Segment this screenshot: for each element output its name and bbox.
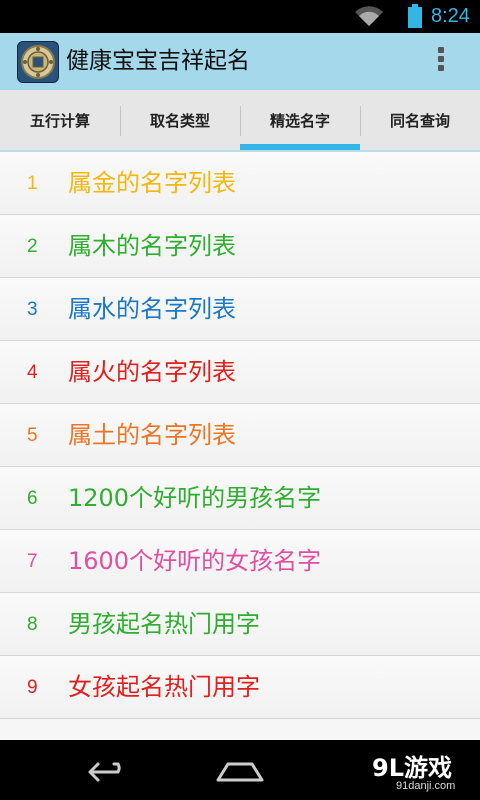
list-item[interactable]: 5 属土的名字列表 xyxy=(0,404,480,467)
tab-name-type[interactable]: 取名类型 xyxy=(120,90,240,150)
watermark-url: 91danji.com xyxy=(396,780,456,792)
tab-wuxing[interactable]: 五行计算 xyxy=(0,90,120,150)
list-item[interactable]: 3 属水的名字列表 xyxy=(0,278,480,341)
list-item-label: 女孩起名热门用字 xyxy=(68,673,260,701)
watermark-brand: 9L游戏 xyxy=(372,754,452,782)
list-item-label: 属水的名字列表 xyxy=(68,295,236,323)
list-item[interactable]: 2 属木的名字列表 xyxy=(0,215,480,278)
app-title: 健康宝宝吉祥起名 xyxy=(66,48,250,74)
list-item-number: 7 xyxy=(27,551,38,572)
tab-bar: 五行计算 取名类型 精选名字 同名查询 xyxy=(0,90,480,152)
list-item-label: 属金的名字列表 xyxy=(68,169,236,197)
list-item[interactable]: 4 属火的名字列表 xyxy=(0,341,480,404)
list-item-number: 8 xyxy=(27,614,38,635)
list-item-label: 属火的名字列表 xyxy=(68,358,236,386)
list-item-label: 1200个好听的男孩名字 xyxy=(68,484,322,512)
overflow-menu-icon[interactable] xyxy=(437,47,445,77)
list-item[interactable]: 8 男孩起名热门用字 xyxy=(0,593,480,656)
watermark-logo: 9L游戏 91danji.com xyxy=(370,748,480,798)
list-item-number: 9 xyxy=(27,677,38,698)
list-item-label: 1600个好听的女孩名字 xyxy=(68,547,322,575)
wifi-icon xyxy=(355,6,383,26)
coin-logo-icon[interactable] xyxy=(17,41,59,83)
list-item-label: 男孩起名热门用字 xyxy=(68,610,260,638)
action-bar: 健康宝宝吉祥起名 xyxy=(0,33,480,90)
status-bar: 8:24 xyxy=(0,0,480,33)
tab-selected-names[interactable]: 精选名字 xyxy=(240,90,360,150)
list-item-label: 属木的名字列表 xyxy=(68,232,236,260)
status-time: 8:24 xyxy=(431,5,470,27)
tab-indicator xyxy=(240,144,360,150)
list-item-number: 3 xyxy=(27,299,38,320)
list-item[interactable]: 1 属金的名字列表 xyxy=(0,152,480,215)
list-item-label: 属土的名字列表 xyxy=(68,421,236,449)
list-item-number: 5 xyxy=(27,425,38,446)
list-item-number: 2 xyxy=(27,236,38,257)
list-item-number: 4 xyxy=(27,362,38,383)
navigation-bar: 9L游戏 91danji.com xyxy=(0,740,480,800)
home-icon[interactable] xyxy=(210,750,270,790)
name-list: 1 属金的名字列表 2 属木的名字列表 3 属水的名字列表 4 属火的名字列表 … xyxy=(0,152,480,740)
list-item-number: 1 xyxy=(27,173,38,194)
list-item[interactable]: 7 1600个好听的女孩名字 xyxy=(0,530,480,593)
battery-icon xyxy=(408,4,422,28)
list-item[interactable]: 6 1200个好听的男孩名字 xyxy=(0,467,480,530)
list-item[interactable]: 9 女孩起名热门用字 xyxy=(0,656,480,719)
back-arrow-icon[interactable] xyxy=(76,750,136,790)
list-item-number: 6 xyxy=(27,488,38,509)
tab-same-name[interactable]: 同名查询 xyxy=(360,90,480,150)
